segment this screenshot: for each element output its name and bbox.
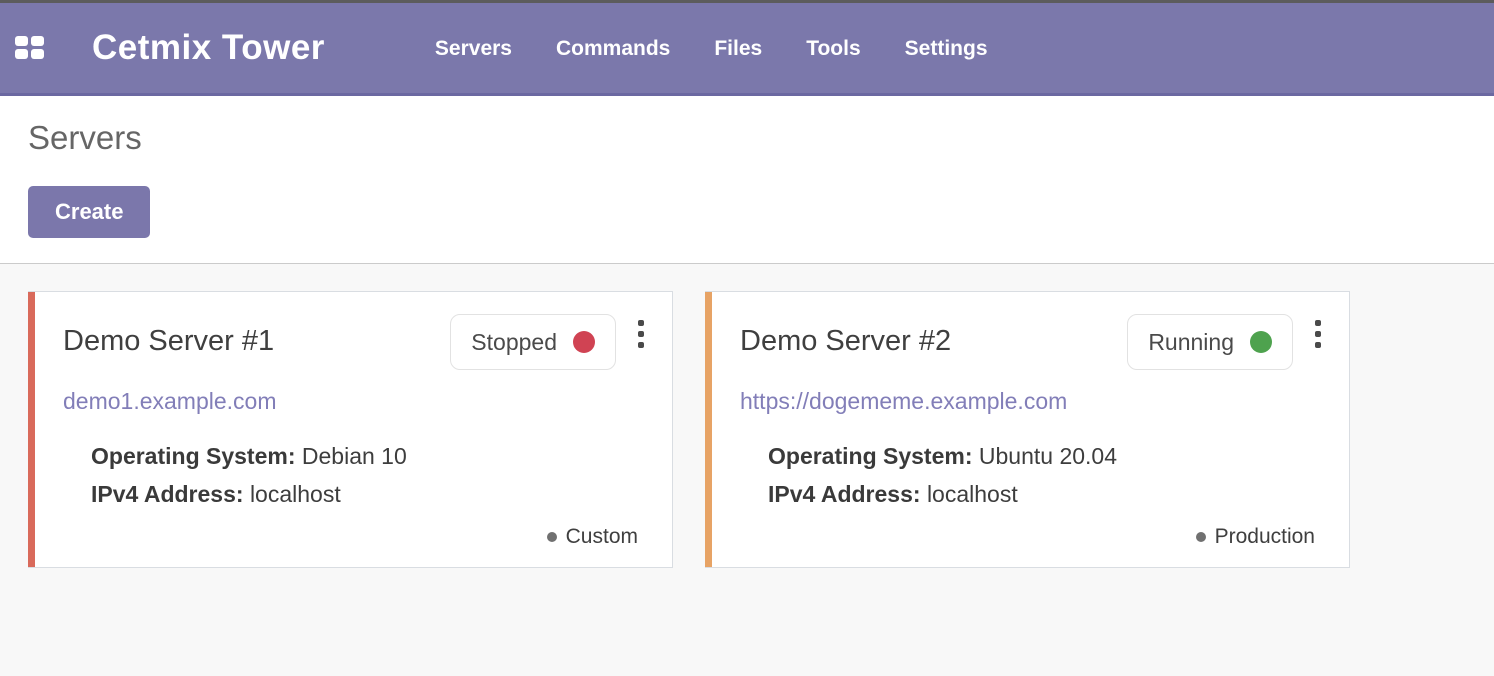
server-card[interactable]: Demo Server #1 Stopped demo1.example.com…	[28, 291, 673, 568]
server-url-link[interactable]: https://dogememe.example.com	[740, 387, 1067, 415]
os-row: Operating System: Debian 10	[91, 437, 644, 475]
card-accent-strip	[28, 292, 35, 567]
kanban-view: Demo Server #1 Stopped demo1.example.com…	[0, 264, 1494, 676]
status-label: Running	[1148, 328, 1234, 356]
status-dot-icon	[1250, 331, 1272, 353]
nav-item-servers[interactable]: Servers	[435, 2, 512, 95]
page-title: Servers	[28, 118, 1466, 158]
apps-grid-icon[interactable]	[15, 36, 45, 60]
nav-item-settings[interactable]: Settings	[905, 2, 988, 95]
tag-dot-icon	[1196, 532, 1206, 542]
status-label: Stopped	[471, 328, 557, 356]
server-tag: Production	[740, 525, 1321, 549]
main-navbar: Cetmix Tower Servers Commands Files Tool…	[0, 3, 1494, 96]
server-details: Operating System: Debian 10 IPv4 Address…	[91, 437, 644, 513]
os-label: Operating System:	[91, 443, 296, 469]
os-value: Ubuntu 20.04	[979, 443, 1117, 469]
ip-value: localhost	[927, 481, 1018, 507]
server-url-link[interactable]: demo1.example.com	[63, 387, 277, 415]
main-nav: Servers Commands Files Tools Settings	[435, 2, 988, 95]
nav-item-tools[interactable]: Tools	[806, 2, 860, 95]
status-badge[interactable]: Stopped	[450, 314, 616, 370]
page-header: Servers Create	[0, 96, 1494, 264]
server-details: Operating System: Ubuntu 20.04 IPv4 Addr…	[768, 437, 1321, 513]
ip-row: IPv4 Address: localhost	[91, 475, 644, 513]
status-badge[interactable]: Running	[1127, 314, 1293, 370]
kebab-menu-icon[interactable]	[638, 314, 644, 348]
create-button[interactable]: Create	[28, 186, 150, 238]
os-value: Debian 10	[302, 443, 407, 469]
ip-label: IPv4 Address:	[91, 481, 244, 507]
tag-label: Custom	[566, 525, 638, 549]
card-accent-strip	[705, 292, 712, 567]
status-dot-icon	[573, 331, 595, 353]
tag-label: Production	[1215, 525, 1315, 549]
nav-item-files[interactable]: Files	[714, 2, 762, 95]
ip-value: localhost	[250, 481, 341, 507]
nav-item-commands[interactable]: Commands	[556, 2, 670, 95]
app-brand[interactable]: Cetmix Tower	[92, 28, 325, 68]
server-card[interactable]: Demo Server #2 Running https://dogememe.…	[705, 291, 1350, 568]
tag-dot-icon	[547, 532, 557, 542]
os-row: Operating System: Ubuntu 20.04	[768, 437, 1321, 475]
server-name: Demo Server #2	[740, 314, 1127, 358]
ip-label: IPv4 Address:	[768, 481, 921, 507]
os-label: Operating System:	[768, 443, 973, 469]
ip-row: IPv4 Address: localhost	[768, 475, 1321, 513]
kebab-menu-icon[interactable]	[1315, 314, 1321, 348]
card-header-row: Demo Server #2 Running	[740, 314, 1321, 370]
card-header-row: Demo Server #1 Stopped	[63, 314, 644, 370]
server-tag: Custom	[63, 525, 644, 549]
server-name: Demo Server #1	[63, 314, 450, 358]
